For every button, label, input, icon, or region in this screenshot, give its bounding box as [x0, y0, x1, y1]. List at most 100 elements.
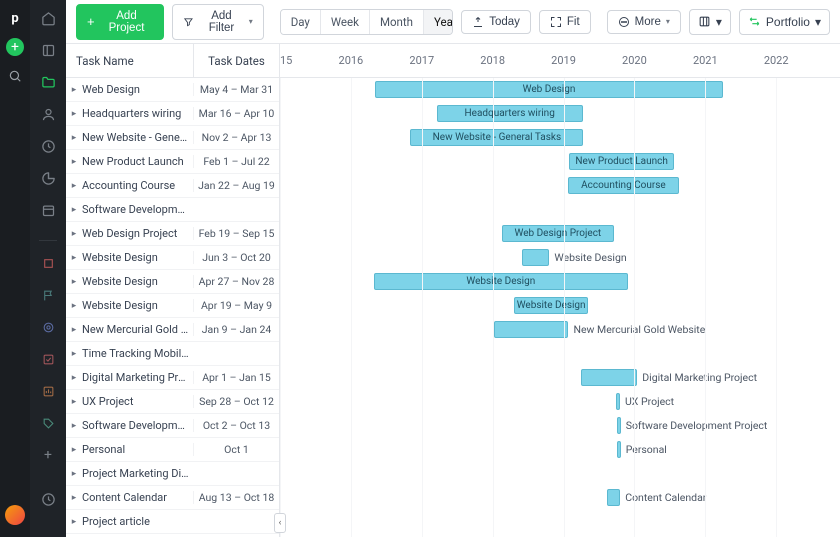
user-avatar[interactable] [5, 505, 25, 525]
flag-icon[interactable] [40, 287, 56, 303]
gantt-bar[interactable]: Web Design Project [502, 225, 614, 242]
gantt-bar[interactable]: Digital Marketing Project [581, 369, 637, 386]
add-nav-item[interactable]: + [40, 447, 56, 463]
task-row[interactable]: ▸Website DesignApr 19 – May 9 [66, 294, 279, 318]
gantt-bar[interactable]: New Product Launch [569, 153, 674, 170]
pie-icon[interactable] [40, 170, 56, 186]
zoom-day[interactable]: Day [281, 10, 321, 34]
task-row[interactable]: ▸Project Marketing Digital - ... [66, 462, 279, 486]
col-task-name[interactable]: Task Name [66, 44, 193, 77]
folder-icon[interactable] [40, 74, 56, 90]
gantt-bar[interactable]: Personal [617, 441, 621, 458]
expand-toggle[interactable]: ▸ [66, 277, 82, 287]
zoom-year[interactable]: Year [424, 10, 453, 34]
gantt-bar[interactable]: Website Design [522, 249, 549, 266]
gantt-body: Task Name Task Dates ▸Web DesignMay 4 – … [66, 44, 840, 537]
gantt-row: Website Design [280, 270, 840, 294]
gantt-chart[interactable]: 20152016201720182019202020212022 Web Des… [280, 44, 840, 537]
collapse-left-pane[interactable]: ‹ [274, 513, 286, 533]
gantt-bar-label: Digital Marketing Project [642, 371, 757, 384]
gantt-bar[interactable]: Software Development Project [617, 417, 621, 434]
today-button[interactable]: Today [461, 10, 531, 34]
expand-toggle[interactable]: ▸ [66, 421, 82, 431]
task-row[interactable]: ▸Headquarters wiringMar 16 – Apr 10 [66, 102, 279, 126]
more-button[interactable]: More ▾ [607, 10, 681, 34]
gantt-bars: Web Design Headquarters wiring New Website… [280, 78, 840, 534]
search-icon[interactable] [7, 68, 23, 84]
fit-label: Fit [567, 16, 580, 28]
expand-toggle[interactable]: ▸ [66, 469, 82, 479]
expand-toggle[interactable]: ▸ [66, 157, 82, 167]
gantt-bar[interactable]: Headquarters wiring [437, 105, 583, 122]
add-project-button[interactable]: + Add Project [76, 4, 164, 40]
zoom-week[interactable]: Week [321, 10, 370, 34]
task-row[interactable]: ▸Software Development Pro...Oct 2 – Oct … [66, 414, 279, 438]
columns-button[interactable]: ▾ [689, 9, 731, 35]
task-dates: Apr 27 – Nov 28 [193, 275, 279, 288]
fit-button[interactable]: Fit [539, 10, 591, 34]
task-row[interactable]: ▸New Product LaunchFeb 1 – Jul 22 [66, 150, 279, 174]
gantt-bar[interactable]: Website Design [514, 297, 588, 314]
task-row[interactable]: ▸PersonalOct 1 [66, 438, 279, 462]
task-row[interactable]: ▸New Mercurial Gold WebsiteJan 9 – Jan 2… [66, 318, 279, 342]
expand-toggle[interactable]: ▸ [66, 133, 82, 143]
global-add-button[interactable]: + [6, 38, 24, 56]
gantt-bar-label: Website Design [554, 251, 626, 264]
recent-icon[interactable] [40, 491, 56, 507]
main-area: + Add Project Add Filter ▾ Day Week Mont… [66, 0, 840, 537]
task-row[interactable]: ▸Website DesignJun 3 – Oct 20 [66, 246, 279, 270]
gantt-bar[interactable]: Website Design [374, 273, 628, 290]
task-dates: May 4 – Mar 31 [193, 83, 279, 96]
gantt-row: Digital Marketing Project [280, 366, 840, 390]
calendar-icon[interactable] [40, 202, 56, 218]
expand-toggle[interactable]: ▸ [66, 301, 82, 311]
chart-icon[interactable] [40, 383, 56, 399]
task-row[interactable]: ▸Web Design ProjectFeb 19 – Sep 15 [66, 222, 279, 246]
gantt-bar[interactable]: New Website - General Tasks [410, 129, 583, 146]
app-logo[interactable]: p [5, 8, 25, 28]
gantt-bar[interactable]: Content Calendar [607, 489, 620, 506]
panel-icon[interactable] [40, 42, 56, 58]
expand-toggle[interactable]: ▸ [66, 325, 82, 335]
task-row[interactable]: ▸Project article [66, 510, 279, 534]
expand-toggle[interactable]: ▸ [66, 85, 82, 95]
portfolio-button[interactable]: Portfolio ▾ [739, 9, 830, 35]
task-row[interactable]: ▸Digital Marketing ProjectApr 1 – Jan 15 [66, 366, 279, 390]
task-row[interactable]: ▸Website DesignApr 27 – Nov 28 [66, 270, 279, 294]
task-row[interactable]: ▸Web DesignMay 4 – Mar 31 [66, 78, 279, 102]
year-label: 2018 [480, 54, 505, 67]
tag-icon[interactable] [40, 415, 56, 431]
check-icon[interactable] [40, 351, 56, 367]
expand-toggle[interactable]: ▸ [66, 493, 82, 503]
expand-toggle[interactable]: ▸ [66, 445, 82, 455]
expand-toggle[interactable]: ▸ [66, 229, 82, 239]
task-row[interactable]: ▸UX ProjectSep 28 – Oct 12 [66, 390, 279, 414]
task-dates: Oct 1 [193, 443, 279, 456]
clock-icon[interactable] [40, 138, 56, 154]
task-row[interactable]: ▸Content CalendarAug 13 – Oct 18 [66, 486, 279, 510]
expand-toggle[interactable]: ▸ [66, 253, 82, 263]
task-row[interactable]: ▸Software Development Co... [66, 198, 279, 222]
zoom-month[interactable]: Month [370, 10, 424, 34]
task-row[interactable]: ▸Time Tracking Mobile App [66, 342, 279, 366]
gantt-bar[interactable]: UX Project [616, 393, 620, 410]
expand-toggle[interactable]: ▸ [66, 373, 82, 383]
col-task-dates[interactable]: Task Dates [193, 44, 279, 77]
add-filter-button[interactable]: Add Filter ▾ [172, 4, 263, 40]
gantt-bar[interactable]: New Mercurial Gold Website [494, 321, 568, 338]
gantt-bar[interactable]: Web Design [375, 81, 723, 98]
expand-toggle[interactable]: ▸ [66, 205, 82, 215]
expand-toggle[interactable]: ▸ [66, 109, 82, 119]
person-icon[interactable] [40, 106, 56, 122]
expand-toggle[interactable]: ▸ [66, 181, 82, 191]
target-icon[interactable] [40, 319, 56, 335]
expand-toggle[interactable]: ▸ [66, 397, 82, 407]
home-icon[interactable] [40, 10, 56, 26]
box-icon[interactable] [40, 255, 56, 271]
expand-toggle[interactable]: ▸ [66, 517, 82, 527]
gantt-bar[interactable]: Accounting Course [568, 177, 679, 194]
expand-toggle[interactable]: ▸ [66, 349, 82, 359]
today-label: Today [489, 16, 520, 28]
task-row[interactable]: ▸Accounting CourseJan 22 – Aug 19 [66, 174, 279, 198]
task-row[interactable]: ▸New Website - General TasksNov 2 – Apr … [66, 126, 279, 150]
